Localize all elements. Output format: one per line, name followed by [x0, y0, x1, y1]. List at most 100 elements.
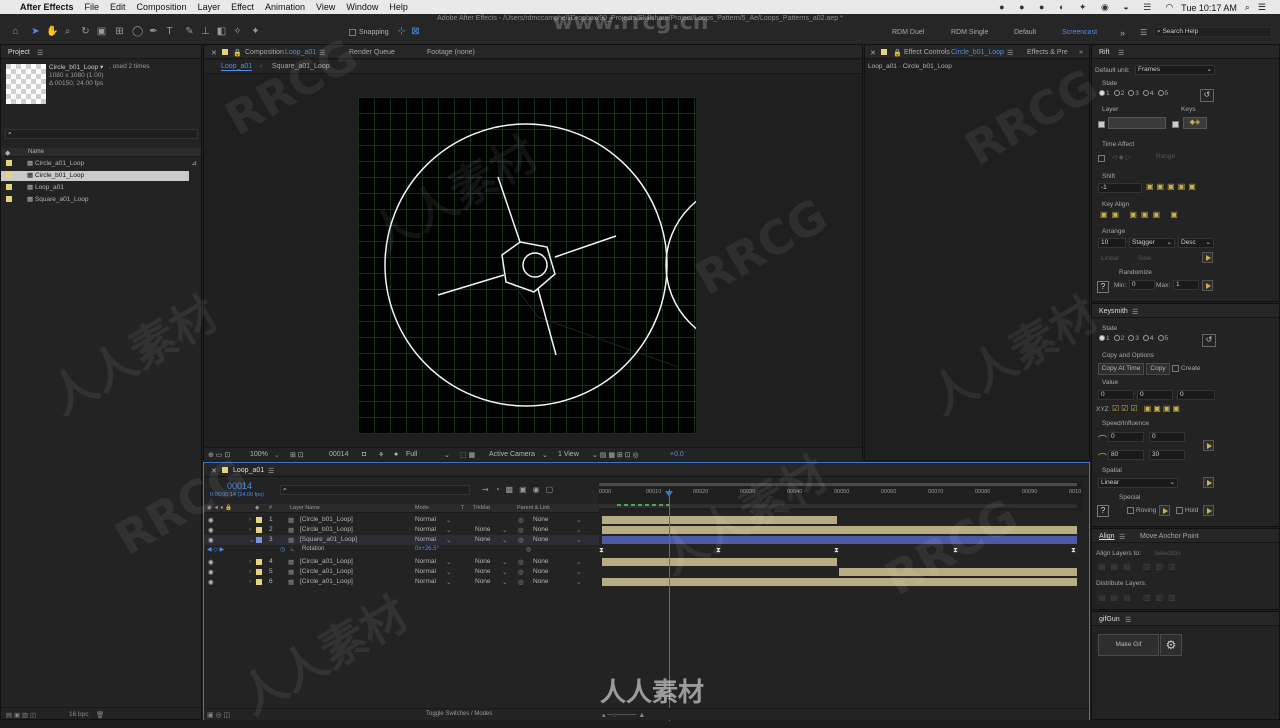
layer-name[interactable]: [Circle_b01_Loop]: [300, 516, 353, 523]
apply-randomize-button[interactable]: [1202, 280, 1213, 291]
project-item[interactable]: ▦ Square_a01_Loop: [1, 195, 201, 205]
reset-icon[interactable]: ↺: [1200, 89, 1214, 102]
keyframe-nav-icon[interactable]: ◀ ◇ ▶: [207, 546, 224, 553]
default-unit-dropdown[interactable]: Frames ⌄: [1135, 65, 1215, 75]
zoom-dropdown[interactable]: 100%: [250, 451, 268, 458]
layer-trkmat[interactable]: None: [475, 536, 491, 543]
layer-name[interactable]: [Circle_a01_Loop]: [300, 568, 353, 575]
comp-timecode[interactable]: 00014: [329, 451, 348, 458]
effect-tab-name[interactable]: Circle_b01_Loop: [951, 49, 1004, 56]
shift-buttons[interactable]: ▣▣▣▣▣: [1146, 182, 1216, 194]
search-icon[interactable]: ⌕: [1245, 2, 1250, 13]
rift-state-radios[interactable]: 1 2 3 4 5: [1095, 90, 1168, 97]
pickwhip-icon[interactable]: ◎: [518, 578, 524, 586]
color-icon[interactable]: ●: [394, 451, 398, 458]
wifi-icon[interactable]: ◠: [1165, 2, 1173, 13]
twirl-icon[interactable]: ›: [249, 516, 251, 523]
layer-parent[interactable]: None: [533, 558, 549, 565]
snapping-checkbox[interactable]: [349, 29, 356, 36]
lock-icon[interactable]: 🔒: [233, 49, 242, 57]
app-menu[interactable]: After Effects: [20, 2, 74, 12]
apply-roving-button[interactable]: [1159, 505, 1170, 516]
keyframe-icon[interactable]: ⧗: [1071, 547, 1076, 555]
menu-list-icon[interactable]: ☰: [1258, 2, 1266, 13]
timeline-search-field[interactable]: ⌕: [280, 485, 470, 495]
fit-icon[interactable]: ⊞ ⊡: [290, 451, 304, 459]
layer-mode[interactable]: Normal: [415, 536, 436, 543]
clock[interactable]: Tue 10:17 AM: [1181, 3, 1237, 13]
layer-trkmat[interactable]: None: [475, 558, 491, 565]
timeline-layer-row[interactable]: ◉ › 5 ▦ [Circle_a01_Loop] Normal ⌄ None ⌄ ◎ None ⌄: [204, 567, 599, 577]
timeline-menu-icon[interactable]: ☰: [268, 467, 274, 475]
project-tab[interactable]: Project: [8, 49, 30, 56]
layer-label-color[interactable]: [256, 527, 262, 533]
layer-name[interactable]: [Circle_a01_Loop]: [300, 578, 353, 585]
layer-mode[interactable]: Normal: [415, 516, 436, 523]
radio[interactable]: [1113, 335, 1120, 342]
effects-presets-tab[interactable]: Effects & Pre: [1027, 49, 1068, 56]
menu-edit[interactable]: Edit: [110, 2, 126, 12]
layer-label-color[interactable]: [256, 517, 262, 523]
lock-icon[interactable]: 🔒: [893, 49, 902, 57]
timeline-switch-icons[interactable]: ⇝◔▩▣◉▢: [482, 485, 559, 494]
copy-button[interactable]: Copy: [1146, 363, 1170, 375]
effect-tab-menu-icon[interactable]: ☰: [1007, 49, 1013, 57]
roto-tool-icon[interactable]: ✧: [232, 26, 243, 37]
ellipse-tool-icon[interactable]: ◯: [132, 26, 143, 37]
influence-in-field[interactable]: 80: [1108, 450, 1144, 460]
align-buttons[interactable]: ▤▤▤ ▥▥▥: [1098, 562, 1218, 572]
interpret-icon[interactable]: ▤ ▣ ▥ ◫: [6, 711, 36, 719]
zoom-tool-icon[interactable]: ⌕: [62, 26, 73, 37]
twirl-icon[interactable]: ›: [249, 558, 251, 565]
make-gif-button[interactable]: Make Gif: [1098, 634, 1159, 656]
radio[interactable]: [1113, 90, 1120, 97]
toggle-switches-button[interactable]: Toggle Switches / Modes: [426, 711, 492, 717]
gifgun-title[interactable]: gifGun: [1099, 616, 1120, 623]
layer-mode[interactable]: Normal: [415, 568, 436, 575]
graph-icon[interactable]: ⊾: [290, 546, 295, 553]
keyframe-icon[interactable]: ⧗: [599, 547, 604, 555]
menu-window[interactable]: Window: [346, 2, 378, 12]
menu-view[interactable]: View: [316, 2, 335, 12]
layer-trkmat[interactable]: None: [475, 526, 491, 533]
number-col[interactable]: #: [269, 505, 272, 511]
bit-depth[interactable]: 16 bpc: [69, 711, 89, 718]
value-z-field[interactable]: 0: [1177, 390, 1215, 400]
align-tab[interactable]: Align: [1099, 533, 1115, 540]
camera-tool-icon[interactable]: ▣: [96, 26, 107, 37]
comp-tab-label[interactable]: Composition: [245, 49, 284, 56]
layer-trkmat[interactable]: None: [475, 578, 491, 585]
copy-at-time-button[interactable]: Copy At Time: [1098, 363, 1144, 375]
workspace-menu-icon[interactable]: ☰: [1140, 28, 1147, 37]
eye-icon[interactable]: ◉: [208, 578, 214, 586]
snap-grid-icon[interactable]: ⊠: [410, 26, 421, 37]
pickwhip-icon[interactable]: ◎: [518, 516, 524, 524]
project-item-selected[interactable]: ▦ Circle_b01_Loop: [1, 171, 189, 181]
timeline-layer-row[interactable]: ◉ › 4 ▦ [Circle_a01_Loop] Normal ⌄ None ⌄ ◎ None ⌄: [204, 557, 599, 567]
project-item[interactable]: ▦ Circle_a01_Loop ⊿: [1, 159, 201, 169]
keys-checkbox[interactable]: [1172, 121, 1179, 128]
layer-name[interactable]: [Circle_a01_Loop]: [300, 558, 353, 565]
close-icon[interactable]: ✕: [211, 49, 217, 57]
rotation-property-row[interactable]: ◀ ◇ ▶ ◷ ⊾ Rotation 0x+26.5° ◎: [204, 545, 599, 555]
brush-tool-icon[interactable]: ✎: [184, 26, 195, 37]
layer-parent[interactable]: None: [533, 516, 549, 523]
align-menu-icon[interactable]: ☰: [1119, 533, 1125, 541]
key-align-buttons[interactable]: ▣▣ ▣▣▣ ▣: [1100, 210, 1216, 222]
layer-name-col[interactable]: Layer Name: [290, 505, 320, 511]
project-tab-menu-icon[interactable]: ☰: [37, 49, 43, 57]
layer-mode[interactable]: Normal: [415, 558, 436, 565]
layer-mode[interactable]: Normal: [415, 526, 436, 533]
speed-out-field[interactable]: 0: [1149, 432, 1185, 442]
radio[interactable]: [1142, 335, 1149, 342]
apply-arrange-button[interactable]: [1202, 252, 1213, 263]
shift-field[interactable]: -1: [1098, 183, 1142, 193]
stopwatch-icon[interactable]: ◷: [280, 546, 285, 553]
layer-parent[interactable]: None: [533, 578, 549, 585]
selection-tool-icon[interactable]: ➤: [30, 26, 41, 37]
camera-dropdown[interactable]: Active Camera: [489, 451, 535, 458]
spatial-dropdown[interactable]: Linear ⌄: [1098, 478, 1178, 488]
label-col-icon[interactable]: ◆: [5, 149, 10, 157]
timeline-layer-row[interactable]: ◉ ⌄ 3 ▦ [Square_a01_Loop] Normal ⌄ None ⌄ ◎ None ⌄: [204, 535, 599, 545]
name-column[interactable]: Name: [28, 149, 44, 155]
